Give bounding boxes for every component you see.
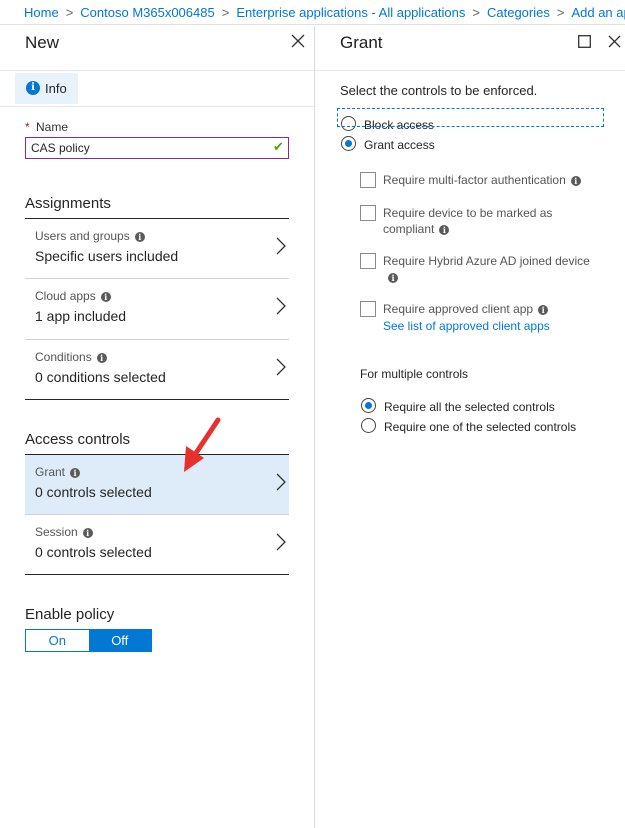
breadcrumb-home[interactable]: Home — [24, 5, 59, 20]
grant-access-radio[interactable] — [341, 136, 356, 151]
breadcrumb: Home > Contoso M365x006485 > Enterprise appl… — [0, 0, 625, 25]
toggle-on[interactable]: On — [26, 630, 89, 651]
new-policy-blade: New i Info * Name ✔ Assignments Users an… — [0, 26, 315, 828]
close-icon[interactable] — [608, 35, 621, 53]
divider — [315, 70, 625, 71]
chevron-right-icon: > — [556, 5, 565, 20]
valid-check-icon: ✔ — [273, 139, 284, 154]
approved-app-checkbox[interactable] — [360, 301, 376, 317]
chevron-right-icon: > — [221, 5, 230, 20]
chevron-right-icon — [276, 358, 286, 376]
blade-title: Grant — [340, 33, 383, 52]
mfa-label: Require multi-factor authentication i — [383, 172, 581, 188]
info-icon: i — [439, 225, 450, 235]
row-value: 0 controls selected — [35, 544, 152, 560]
row-label: Cloud apps i — [35, 289, 111, 303]
info-icon: i — [100, 292, 111, 302]
row-label: Session i — [35, 525, 93, 539]
grant-row[interactable]: Grant i 0 controls selected — [25, 455, 289, 514]
grant-access-label: Grant access — [364, 138, 435, 152]
info-icon: i — [570, 176, 581, 186]
chevron-right-icon — [276, 297, 286, 315]
info-icon: i — [70, 468, 81, 478]
users-and-groups-row[interactable]: Users and groups i Specific users include… — [25, 219, 289, 278]
info-icon: i — [96, 353, 107, 363]
maximize-icon[interactable] — [578, 35, 591, 53]
divider — [25, 399, 289, 400]
access-controls-heading: Access controls — [25, 431, 131, 448]
row-value: 1 app included — [35, 308, 127, 324]
breadcrumb-tenant[interactable]: Contoso M365x006485 — [80, 5, 214, 20]
tab-info-label: Info — [45, 81, 67, 96]
blade-title: New — [25, 33, 60, 52]
row-value: 0 conditions selected — [35, 369, 166, 385]
row-label: Users and groups i — [35, 229, 145, 243]
divider — [25, 574, 289, 575]
info-icon: i — [134, 232, 145, 242]
cloud-apps-row[interactable]: Cloud apps i 1 app included — [25, 278, 289, 337]
divider — [0, 70, 314, 71]
enable-policy-heading: Enable policy — [25, 606, 115, 623]
hybrid-joined-checkbox[interactable] — [360, 253, 376, 269]
require-all-label: Require all the selected controls — [384, 400, 555, 414]
divider — [0, 106, 314, 107]
row-value: 0 controls selected — [35, 484, 152, 500]
require-all-radio[interactable] — [361, 398, 376, 413]
chevron-right-icon — [276, 533, 286, 551]
conditions-row[interactable]: Conditions i 0 conditions selected — [25, 339, 289, 398]
row-label: Conditions i — [35, 350, 107, 364]
chevron-right-icon — [276, 237, 286, 255]
toggle-off[interactable]: Off — [88, 630, 151, 651]
focus-outline — [337, 108, 604, 127]
policy-name-input[interactable] — [25, 137, 289, 159]
red-arrow-icon — [178, 416, 228, 481]
row-label: Grant i — [35, 465, 81, 479]
chevron-right-icon: > — [472, 5, 480, 20]
chevron-right-icon: > — [65, 5, 74, 20]
chevron-right-icon — [276, 473, 286, 491]
required-asterisk: * — [25, 120, 30, 134]
close-icon[interactable] — [291, 34, 305, 53]
breadcrumb-add-app[interactable]: Add an ap — [571, 5, 625, 20]
name-label: Name — [36, 120, 69, 134]
row-value: Specific users included — [35, 248, 179, 264]
approved-app-label: Require approved client app i — [383, 301, 549, 317]
breadcrumb-enterprise-apps[interactable]: Enterprise applications - All applicatio… — [236, 5, 465, 20]
require-one-radio[interactable] — [361, 418, 376, 433]
info-icon: i — [538, 305, 549, 315]
compliant-device-checkbox[interactable] — [360, 205, 376, 221]
compliant-device-label: Require device to be marked as compliant i — [383, 206, 553, 236]
approved-apps-link[interactable]: See list of approved client apps — [383, 319, 550, 333]
breadcrumb-categories[interactable]: Categories — [487, 5, 550, 20]
hybrid-joined-label: Require Hybrid Azure AD joined device i — [383, 254, 590, 283]
session-row[interactable]: Session i 0 controls selected — [25, 514, 289, 573]
info-icon: i — [82, 528, 93, 538]
info-icon: i — [388, 273, 398, 283]
info-icon: i — [26, 81, 40, 95]
multiple-controls-heading: For multiple controls — [360, 367, 469, 381]
enable-policy-toggle[interactable]: On Off — [25, 629, 152, 652]
assignments-heading: Assignments — [25, 195, 111, 212]
tab-info[interactable]: i Info — [15, 73, 78, 104]
require-one-label: Require one of the selected controls — [384, 420, 577, 434]
instruction-text: Select the controls to be enforced. — [340, 83, 538, 98]
mfa-checkbox[interactable] — [360, 172, 376, 188]
